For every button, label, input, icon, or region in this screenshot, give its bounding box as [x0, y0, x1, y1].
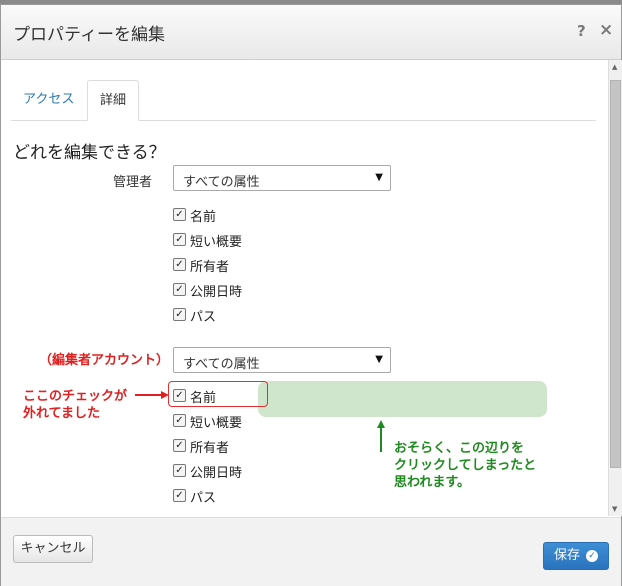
checkbox-label: 短い概要	[190, 235, 243, 250]
tab-bar: アクセス 詳細	[11, 80, 596, 121]
dialog-titlebar: プロパティーを編集 ? ×	[1, 5, 621, 60]
help-icon[interactable]: ?	[577, 22, 586, 40]
checkbox-checked-icon: ✓	[173, 489, 186, 502]
green-arrowhead-icon	[377, 420, 385, 428]
close-icon[interactable]: ×	[599, 20, 613, 40]
red-annotation-line: 外れてました	[23, 406, 100, 421]
group-label-editor: （編集者アカウント）	[39, 353, 170, 368]
scrollbar-thumb[interactable]	[610, 80, 621, 468]
tab-access[interactable]: アクセス	[11, 80, 86, 120]
tab-details[interactable]: 詳細	[87, 80, 140, 121]
red-annotation-line: ここのチェックが	[23, 389, 128, 404]
checkbox-label: パス	[190, 491, 217, 506]
checkbox-label: 名前	[190, 391, 217, 406]
dialog-footer: キャンセル 保存 ✓	[1, 517, 621, 586]
editor-attribute-select[interactable]: すべての属性 ▼	[173, 347, 391, 373]
select-value: すべての属性	[183, 175, 260, 190]
save-button[interactable]: 保存 ✓	[543, 542, 609, 570]
checkbox-checked-icon: ✓	[173, 208, 186, 221]
checkbox-checked-icon: ✓	[173, 464, 186, 477]
green-annotation-line: クリックしてしまったと	[394, 458, 537, 473]
checkbox-label: 所有者	[190, 260, 230, 275]
checkbox-label: 公開日時	[190, 285, 243, 300]
scroll-down-icon[interactable]: ▼	[612, 505, 617, 513]
checkbox-label: 公開日時	[190, 466, 243, 481]
green-annotation: おそらく、この辺りを クリックしてしまったと 思われます。	[394, 440, 536, 491]
section-heading: どれを編集できる？	[13, 143, 166, 163]
checkbox-checked-icon: ✓	[173, 414, 186, 427]
checkbox-checked-icon: ✓	[173, 283, 186, 296]
green-annotation-line: おそらく、この辺りを	[394, 441, 525, 456]
green-annotation-line: 思われます。	[394, 475, 471, 490]
scroll-up-icon[interactable]: ▲	[612, 63, 617, 71]
dialog-body: アクセス 詳細 どれを編集できる？ 管理者 すべての属性 ▼ ✓ 名前 ✓ 短い…	[1, 60, 608, 516]
save-button-label: 保存	[554, 548, 581, 563]
select-value: すべての属性	[183, 357, 260, 372]
checkbox-checked-icon: ✓	[173, 308, 186, 321]
checkbox-checked-icon: ✓	[173, 439, 186, 452]
checkbox-checked-icon: ✓	[173, 258, 186, 271]
checkbox-checked-icon: ✓	[173, 233, 186, 246]
admin-attribute-select[interactable]: すべての属性 ▼	[173, 165, 391, 191]
dropdown-arrow-icon: ▼	[375, 354, 383, 365]
check-circle-icon: ✓	[586, 550, 598, 562]
edit-properties-dialog: プロパティーを編集 ? × アクセス 詳細 どれを編集できる？ 管理者 すべての…	[0, 4, 622, 586]
cancel-button[interactable]: キャンセル	[13, 535, 93, 563]
checkbox-label: 所有者	[190, 441, 230, 456]
click-area-highlight	[258, 381, 547, 417]
checkbox-checked-icon: ✓	[173, 389, 186, 402]
group-label-admin: 管理者	[113, 175, 153, 190]
vertical-scrollbar[interactable]: ▲ ▼	[608, 60, 622, 516]
checkbox-label: 名前	[190, 210, 217, 225]
checkbox-label: 短い概要	[190, 416, 243, 431]
dialog-title: プロパティーを編集	[13, 25, 165, 45]
checkbox-label: パス	[190, 310, 217, 325]
red-annotation: ここのチェックが 外れてました	[23, 388, 127, 422]
dropdown-arrow-icon: ▼	[375, 172, 383, 183]
